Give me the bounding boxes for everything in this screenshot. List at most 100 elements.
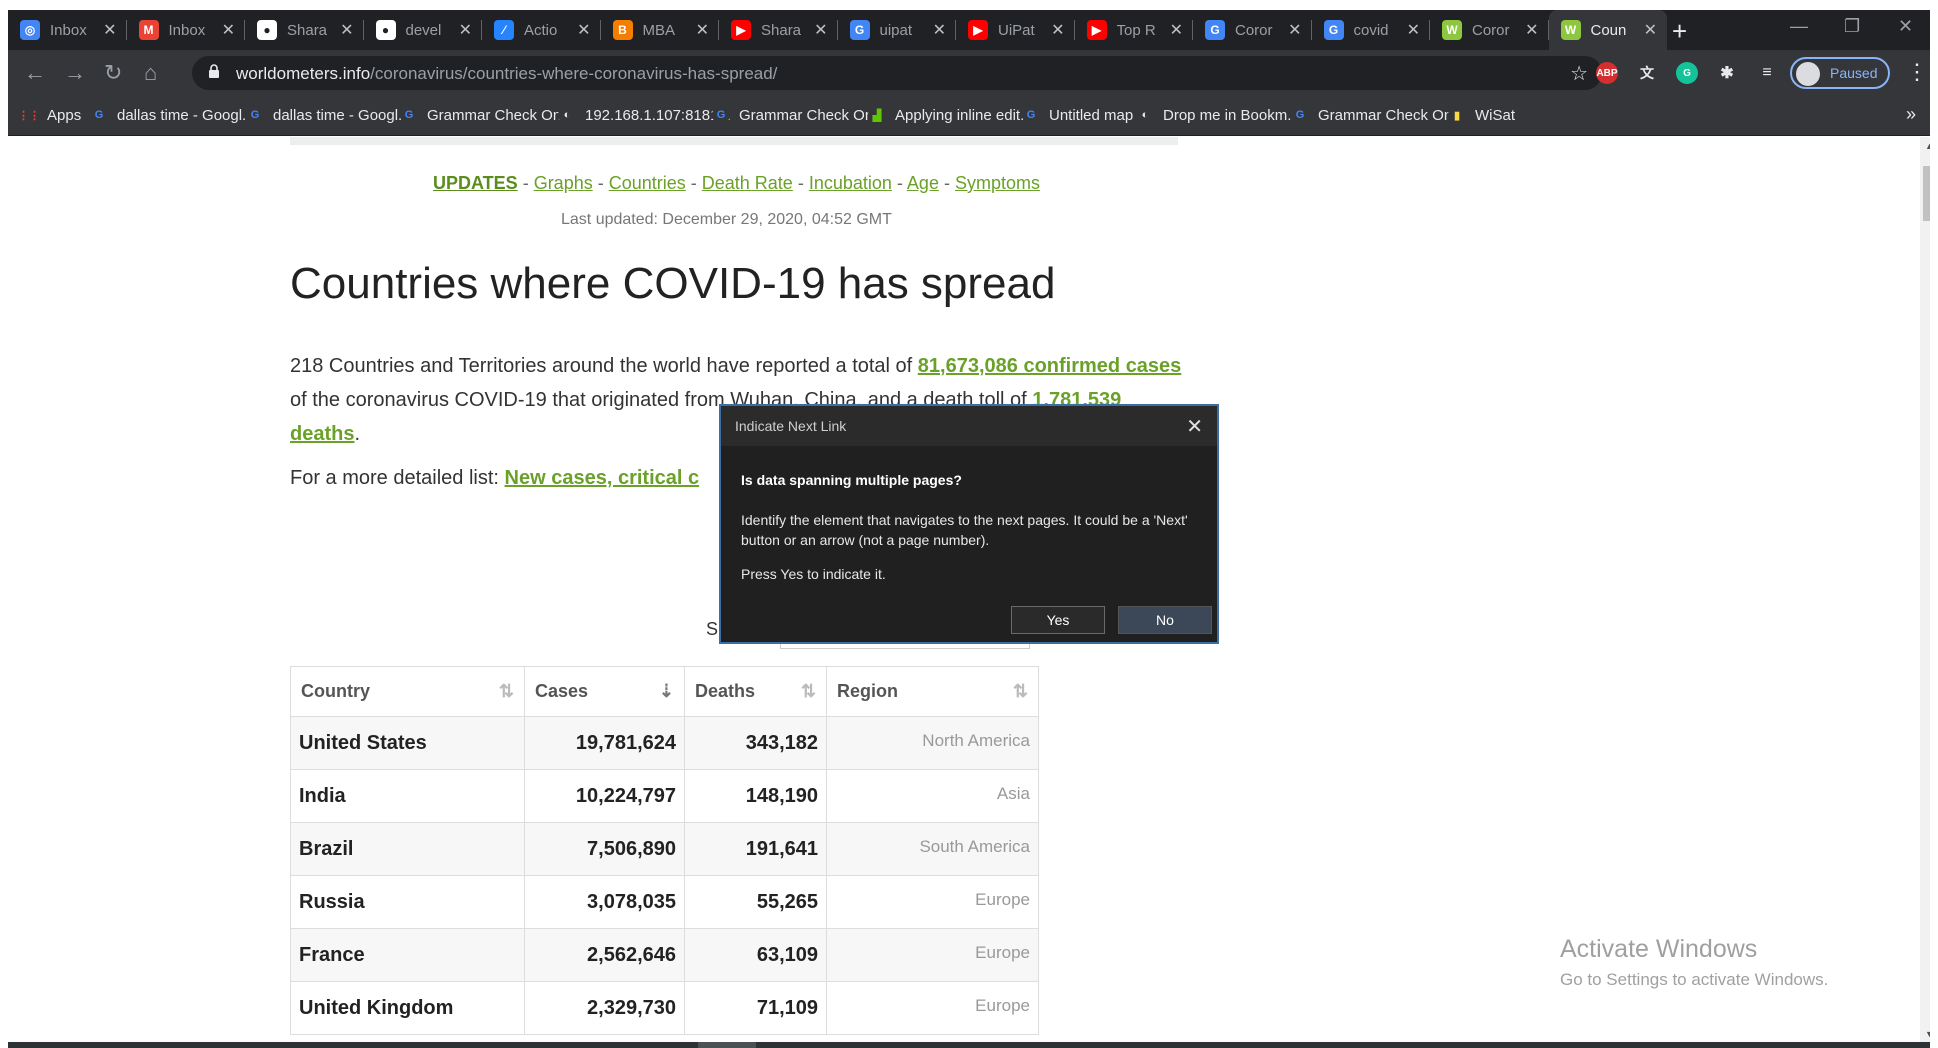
browser-tab[interactable]: ◎ Inbox ✕ [8, 10, 127, 50]
window-close-icon[interactable]: ✕ [1898, 16, 1913, 37]
deaths-cell: 71,109 [684, 981, 827, 1035]
table-row: India 10,224,797 148,190 Asia [290, 769, 1039, 823]
column-header-cases[interactable]: Cases ⇣ [524, 666, 685, 717]
nav-death-rate-link[interactable]: Death Rate [702, 173, 793, 193]
tab-close-icon[interactable]: ✕ [814, 20, 827, 40]
bookmark-item[interactable]: G Grammar Check On... [712, 106, 886, 124]
translate-icon[interactable]: 文 [1636, 62, 1658, 84]
tab-close-icon[interactable]: ✕ [1288, 20, 1301, 40]
reload-icon[interactable]: ↻ [104, 60, 122, 86]
new-tab-button[interactable]: + [1672, 16, 1687, 47]
google-icon: G [90, 106, 108, 124]
nav-age-link[interactable]: Age [907, 173, 939, 193]
nav-graphs-link[interactable]: Graphs [534, 173, 593, 193]
detailed-list-link[interactable]: New cases, critical c [505, 467, 700, 489]
tab-close-icon[interactable]: ✕ [696, 20, 709, 40]
forward-icon[interactable]: → [64, 60, 86, 86]
bookmark-item[interactable]: G Grammar Check On... [1291, 106, 1465, 124]
tab-close-icon[interactable]: ✕ [1644, 20, 1657, 40]
bookmark-label: dallas time - Googl... [117, 106, 255, 124]
bookmark-item[interactable]: ▮ WiSat [1448, 106, 1515, 124]
bookmarks-overflow-icon[interactable]: » [1906, 104, 1916, 125]
tab-close-icon[interactable]: ✕ [340, 20, 353, 40]
browser-tab[interactable]: Guipat ✕ [838, 10, 956, 50]
column-header-region[interactable]: Region ⇅ [826, 666, 1039, 717]
country-cell[interactable]: United Kingdom [290, 981, 525, 1035]
country-cell[interactable]: Russia [290, 875, 525, 929]
browser-tab[interactable]: ▶ Top R ✕ [1075, 10, 1193, 50]
home-icon[interactable]: ⌂ [144, 60, 157, 86]
tab-title: devel [405, 21, 442, 39]
browser-tab[interactable]: W Coror ✕ [1430, 10, 1549, 50]
region-cell: Asia [826, 769, 1039, 823]
scroll-up-icon[interactable]: ▲ [1925, 141, 1930, 151]
grammarly-icon[interactable]: G [1676, 62, 1698, 84]
back-icon[interactable]: ← [24, 60, 46, 86]
extensions-puzzle-icon[interactable]: ✱ [1716, 62, 1738, 84]
tab-close-icon[interactable]: ✕ [1525, 20, 1538, 40]
bookmark-folder-icon: ▮ [1448, 106, 1466, 124]
profile-button[interactable]: Paused [1790, 57, 1890, 89]
no-button[interactable]: No [1118, 606, 1212, 634]
nav-updates-link[interactable]: UPDATES [433, 173, 518, 193]
confirmed-cases-link[interactable]: 81,673,086 confirmed cases [918, 355, 1182, 377]
cases-cell: 3,078,035 [524, 875, 685, 929]
country-cell[interactable]: India [290, 769, 525, 823]
bookmark-item[interactable]: ⋮⋮ Apps [18, 106, 81, 124]
browser-tab[interactable]: ● Shara ✕ [245, 10, 364, 50]
bookmark-item[interactable]: G Untitled map [1022, 106, 1133, 124]
tab-close-icon[interactable]: ✕ [933, 20, 946, 40]
country-cell[interactable]: United States [290, 716, 525, 770]
tab-close-icon[interactable]: ✕ [1051, 20, 1064, 40]
tab-close-icon[interactable]: ✕ [459, 20, 472, 40]
minimize-icon[interactable]: — [1790, 16, 1808, 37]
nav-symptoms-link[interactable]: Symptoms [955, 173, 1040, 193]
menu-kebab-icon[interactable]: ⋮ [1906, 59, 1928, 85]
bookmark-label: 192.168.1.107:8181... [585, 106, 731, 124]
tab-close-icon[interactable]: ✕ [222, 20, 235, 40]
bookmark-item[interactable]: ◐ Drop me in Bookm... [1136, 106, 1300, 124]
nav-countries-link[interactable]: Countries [609, 173, 686, 193]
browser-tab[interactable]: W Coun ✕ [1548, 10, 1667, 50]
address-bar[interactable]: worldometers.info/coronavirus/countries-… [192, 56, 1602, 90]
grammar-icon: G [712, 106, 730, 124]
column-header-country[interactable]: Country ⇅ [290, 666, 525, 717]
bookmark-star-icon[interactable]: ☆ [1570, 61, 1588, 86]
tab-close-icon[interactable]: ✕ [103, 20, 116, 40]
tab-close-icon[interactable]: ✕ [577, 20, 590, 40]
taskbar-highlight [698, 1042, 756, 1048]
restore-icon[interactable]: ❐ [1844, 16, 1860, 37]
scrollbar-thumb[interactable] [1923, 166, 1930, 221]
bookmark-item[interactable]: ◐ 192.168.1.107:8181... [558, 106, 731, 124]
bookmark-label: Grammar Check On... [739, 106, 886, 124]
bookmark-item[interactable]: Gdallas time - Googl... [246, 106, 411, 124]
browser-tab[interactable]: M Inbox ✕ [127, 10, 245, 50]
bookmark-item[interactable]: ▟ Applying inline edit... [868, 106, 1033, 124]
bookmark-label: Grammar Check On... [427, 106, 574, 124]
adblock-icon[interactable]: ABP [1596, 62, 1618, 84]
country-cell[interactable]: Brazil [290, 822, 525, 876]
bookmark-item[interactable]: Gdallas time - Googl... [90, 106, 255, 124]
yes-button[interactable]: Yes [1011, 606, 1105, 634]
browser-tab[interactable]: ▶ Shara ✕ [719, 10, 838, 50]
header-divider [290, 137, 1178, 145]
column-header-deaths[interactable]: Deaths ⇅ [684, 666, 827, 717]
scroll-down-icon[interactable]: ▼ [1925, 1029, 1930, 1039]
globe-icon: ◐ [558, 106, 576, 124]
browser-tab[interactable]: B MBA ✕ [601, 10, 719, 50]
bookmark-label: Grammar Check On... [1318, 106, 1465, 124]
grammar-icon: G [400, 106, 418, 124]
tab-close-icon[interactable]: ✕ [1170, 20, 1183, 40]
page-scrollbar[interactable]: ▲ ▼ [1920, 137, 1930, 1043]
browser-tab[interactable]: ⁄ Actio ✕ [482, 10, 601, 50]
media-queue-icon[interactable]: ≡ [1756, 62, 1778, 84]
tab-close-icon[interactable]: ✕ [1407, 20, 1420, 40]
close-icon[interactable]: ✕ [1186, 414, 1203, 439]
browser-tab[interactable]: ▶ UiPat ✕ [956, 10, 1075, 50]
browser-tab[interactable]: ● devel ✕ [364, 10, 482, 50]
browser-tab[interactable]: G Coror ✕ [1193, 10, 1312, 50]
bookmark-item[interactable]: G Grammar Check On... [400, 106, 574, 124]
browser-tab[interactable]: Gcovid ✕ [1312, 10, 1430, 50]
nav-incubation-link[interactable]: Incubation [809, 173, 892, 193]
country-cell[interactable]: France [290, 928, 525, 982]
